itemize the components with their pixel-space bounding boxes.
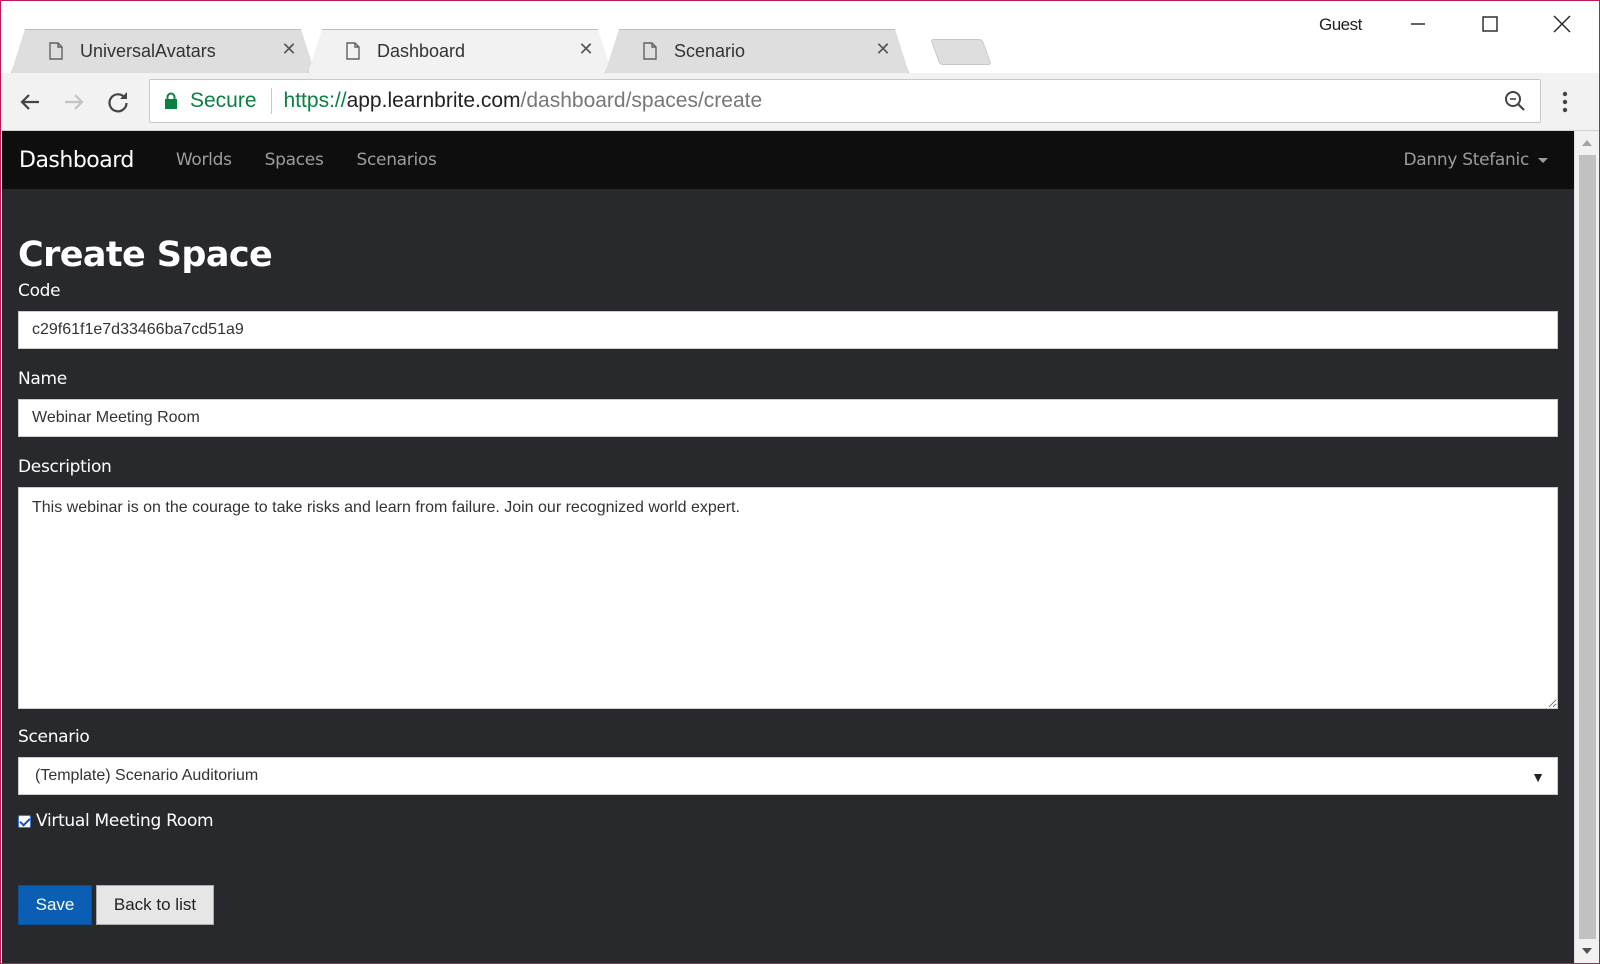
- tab-dashboard[interactable]: Dashboard ✕: [308, 29, 612, 73]
- virtual-room-checkbox[interactable]: [18, 814, 31, 828]
- save-button[interactable]: Save: [18, 885, 92, 925]
- forward-icon[interactable]: [59, 87, 89, 117]
- search-icon[interactable]: [1504, 90, 1526, 112]
- url-path: /dashboard/spaces/create: [520, 89, 763, 112]
- virtual-room-option[interactable]: Virtual Meeting Room: [18, 811, 214, 831]
- url-scheme: https://: [283, 89, 347, 112]
- page-scrollbar[interactable]: [1574, 131, 1599, 963]
- scenario-label: Scenario: [18, 727, 90, 747]
- nav-scenarios[interactable]: Scenarios: [357, 150, 437, 170]
- profile-label[interactable]: Guest: [1319, 15, 1362, 35]
- page-title: Create Space: [18, 235, 273, 275]
- close-icon[interactable]: ✕: [875, 40, 891, 58]
- nav-spaces[interactable]: Spaces: [265, 150, 324, 170]
- lock-icon: [165, 92, 177, 109]
- name-input[interactable]: [18, 399, 1558, 437]
- reload-icon[interactable]: [103, 87, 133, 117]
- name-label: Name: [18, 369, 67, 389]
- page-icon: [346, 42, 360, 60]
- tab-strip: UniversalAvatars ✕ Dashboard ✕ Scenario …: [1, 1, 1599, 73]
- dropdown-arrow-icon: ▼: [1531, 769, 1545, 785]
- minimize-icon[interactable]: [1395, 9, 1441, 39]
- virtual-room-label: Virtual Meeting Room: [36, 811, 214, 831]
- tab-universalavatars[interactable]: UniversalAvatars ✕: [11, 29, 315, 73]
- scrollbar-thumb[interactable]: [1579, 155, 1596, 939]
- close-icon[interactable]: ✕: [578, 40, 594, 58]
- caret-down-icon: [1538, 157, 1548, 163]
- user-menu[interactable]: Danny Stefanic: [1404, 150, 1548, 170]
- scroll-down-arrow-icon[interactable]: [1582, 948, 1592, 954]
- nav-worlds[interactable]: Worlds: [176, 150, 232, 170]
- url-host: app.learnbrite.com: [346, 89, 521, 112]
- page-icon: [49, 42, 63, 60]
- page-content: Dashboard Worlds Spaces Scenarios Danny …: [2, 131, 1574, 963]
- tab-title: Scenario: [674, 40, 746, 61]
- browser-window: UniversalAvatars ✕ Dashboard ✕ Scenario …: [0, 0, 1600, 964]
- scenario-selected-value: (Template) Scenario Auditorium: [35, 767, 259, 784]
- close-icon[interactable]: ✕: [281, 40, 297, 58]
- address-divider: [270, 88, 272, 114]
- code-input[interactable]: [18, 311, 1558, 349]
- secure-label: Secure: [190, 89, 257, 112]
- tab-title: UniversalAvatars: [80, 40, 216, 61]
- user-name: Danny Stefanic: [1403, 150, 1530, 170]
- browser-toolbar: Secure https://app.learnbrite.com/dashbo…: [1, 73, 1599, 131]
- code-label: Code: [18, 281, 61, 301]
- description-label: Description: [18, 457, 112, 477]
- brand-link[interactable]: Dashboard: [19, 148, 134, 173]
- back-icon[interactable]: [15, 87, 45, 117]
- page-icon: [643, 42, 657, 60]
- scenario-select[interactable]: (Template) Scenario Auditorium ▼: [18, 757, 1558, 795]
- back-to-list-button[interactable]: Back to list: [96, 885, 214, 925]
- more-menu-icon[interactable]: [1557, 87, 1573, 117]
- tab-scenario[interactable]: Scenario ✕: [605, 29, 909, 73]
- new-tab-button[interactable]: [930, 39, 992, 65]
- form-actions: Save Back to list: [2, 885, 1574, 925]
- description-textarea[interactable]: This webinar is on the courage to take r…: [18, 487, 1558, 709]
- maximize-icon[interactable]: [1467, 9, 1513, 39]
- scroll-up-arrow-icon[interactable]: [1582, 140, 1592, 146]
- app-navbar: Dashboard Worlds Spaces Scenarios Danny …: [2, 131, 1574, 189]
- close-window-icon[interactable]: [1539, 9, 1585, 39]
- tab-title: Dashboard: [377, 40, 466, 61]
- address-bar[interactable]: Secure https://app.learnbrite.com/dashbo…: [149, 79, 1541, 123]
